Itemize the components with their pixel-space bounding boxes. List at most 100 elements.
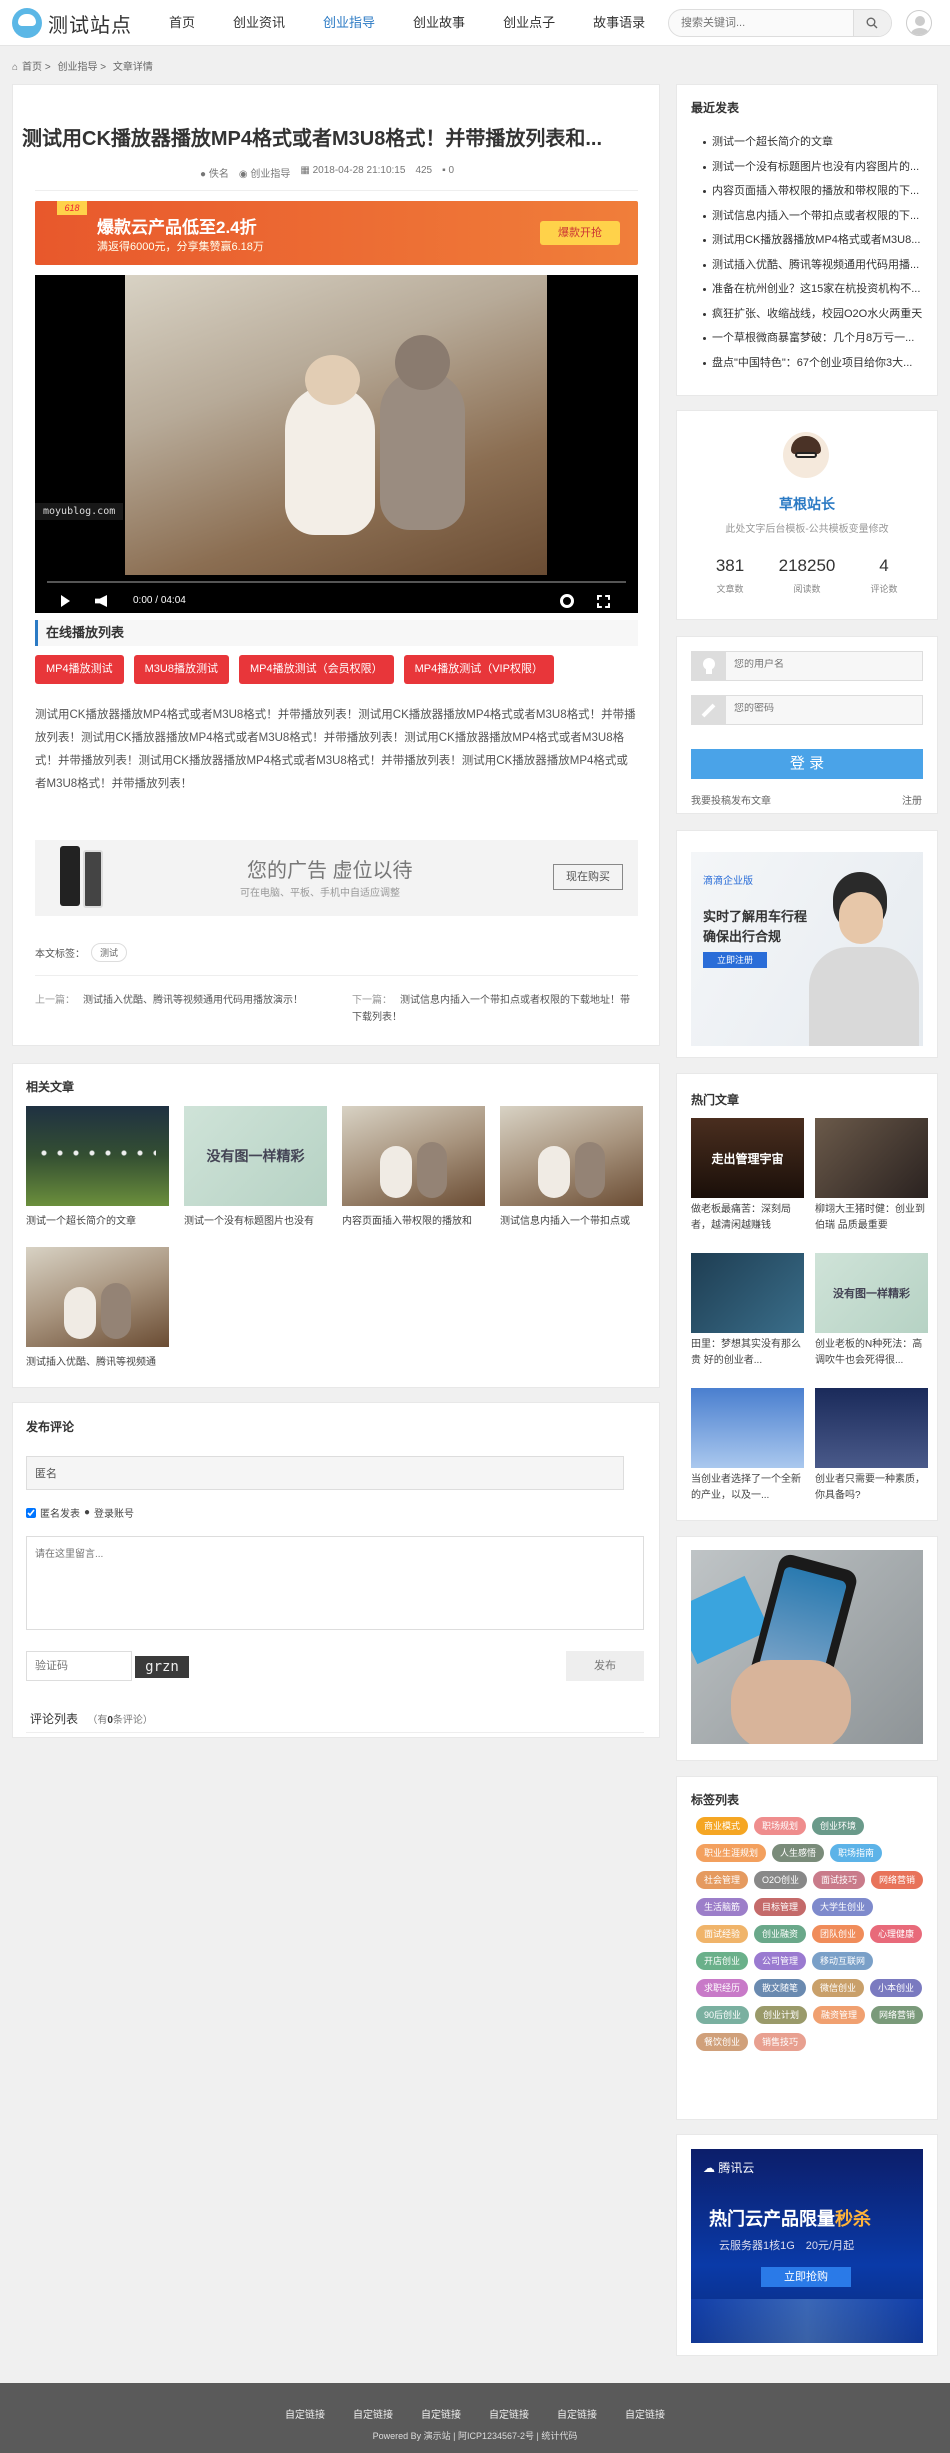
banner-button[interactable]: 爆款开抢 [540, 221, 620, 245]
related-caption[interactable]: 测试一个没有标题图片也没有 [184, 1212, 327, 1227]
hot-caption[interactable]: 柳翊大王猪时健：创业到伯瑞 品质最重要 [815, 1202, 928, 1234]
list-item[interactable]: 内容页面插入带权限的播放和带权限的下... [702, 179, 924, 204]
list-item[interactable]: 测试插入优酷、腾讯等视频通用代码用播... [702, 253, 924, 278]
tag-pill[interactable]: 测试 [91, 943, 128, 962]
tag-pill[interactable]: 90后创业 [696, 2006, 750, 2024]
nav-item-home[interactable]: 首页 [150, 0, 214, 46]
tag-pill[interactable]: 目标管理 [754, 1898, 807, 1916]
search-input[interactable] [669, 10, 849, 36]
list-item[interactable]: 测试一个超长简介的文章 [702, 130, 924, 155]
breadcrumb-category[interactable]: 创业指导 [57, 62, 97, 73]
list-item[interactable]: 准备在杭州创业？这15家在杭投资机构不... [702, 277, 924, 302]
list-item[interactable]: 疯狂扩张、收缩战线，校园O2O水火两重天 [702, 302, 924, 327]
password-input[interactable] [734, 703, 914, 714]
related-thumb[interactable] [26, 1106, 169, 1206]
play-icon[interactable] [61, 595, 70, 607]
hot-caption[interactable]: 创业老板的N种死法：高调吹牛也会死得很... [815, 1337, 928, 1369]
volume-icon[interactable] [95, 595, 107, 607]
tag-pill[interactable]: 职场规划 [754, 1817, 807, 1835]
hot-caption[interactable]: 当创业者选择了一个全新的产业，以及一... [691, 1472, 804, 1504]
prev-article[interactable]: 上一篇： 测试插入优酷、腾讯等视频通用代码用播放演示！ [35, 992, 315, 1009]
tag-pill[interactable]: 小本创业 [870, 1979, 923, 1997]
related-caption[interactable]: 测试插入优酷、腾讯等视频通 [26, 1353, 169, 1368]
related-thumb[interactable]: 没有图一样精彩 [184, 1106, 327, 1206]
promo-banner[interactable]: 618 爆款云产品低至2.4折 满返得6000元，分享集赞赢6.18万 爆款开抢 [35, 201, 638, 265]
tencent-button[interactable]: 立即抢购 [761, 2267, 851, 2287]
hot-thumb[interactable]: 走出管理宇宙 [691, 1118, 804, 1198]
meta-category[interactable]: 创业指导 [250, 169, 290, 180]
login-button[interactable]: 登 录 [691, 749, 923, 779]
tag-pill[interactable]: 开店创业 [696, 1952, 749, 1970]
hot-thumb[interactable] [691, 1253, 804, 1333]
tag-pill[interactable]: 创业计划 [755, 2006, 808, 2024]
tag-pill[interactable]: 融资管理 [813, 2006, 866, 2024]
hot-caption[interactable]: 做老板最痛苦：深刻局者，越清闲越赚钱 [691, 1202, 804, 1234]
ad-buy-button[interactable]: 现在购买 [553, 864, 623, 890]
playlist-item-m3u8[interactable]: M3U8播放测试 [133, 655, 229, 684]
tag-pill[interactable]: 网络营销 [871, 2006, 924, 2024]
list-item[interactable]: 盘点"中国特色"：67个创业项目给你3大... [702, 351, 924, 376]
list-item[interactable]: 测试一个没有标题图片也没有内容图片的... [702, 155, 924, 180]
hot-caption[interactable]: 田里：梦想其实没有那么贵 好的创业者... [691, 1337, 804, 1369]
breadcrumb-home[interactable]: 首页 [22, 62, 42, 73]
playlist-item-member[interactable]: MP4播放测试（会员权限） [238, 655, 394, 684]
search-button[interactable] [853, 10, 891, 36]
playlist-item-vip[interactable]: MP4播放测试（VIP权限） [403, 655, 554, 684]
didi-ad[interactable]: 滴滴企业版 实时了解用车行程 确保出行合规 立即注册 [691, 852, 923, 1046]
hot-thumb[interactable] [815, 1118, 928, 1198]
didi-button[interactable]: 立即注册 [703, 952, 767, 968]
tag-pill[interactable]: 职场指南 [830, 1844, 883, 1862]
register-link[interactable]: 注册 [902, 792, 922, 807]
nav-item-news[interactable]: 创业资讯 [214, 0, 304, 46]
tag-pill[interactable]: 人生感悟 [772, 1844, 825, 1862]
related-thumb[interactable] [26, 1247, 169, 1347]
prev-title[interactable]: 测试插入优酷、腾讯等视频通用代码用播放演示！ [83, 995, 303, 1006]
site-logo[interactable]: 测试站点 [12, 7, 132, 39]
tag-pill[interactable]: 面试经验 [696, 1925, 749, 1943]
progress-bar[interactable] [47, 581, 626, 583]
list-item[interactable]: 一个草根微商暴富梦破：几个月8万亏一... [702, 326, 924, 351]
next-title[interactable]: 测试信息内插入一个带扣点或者权限的下载地址！带下载列表！ [352, 995, 630, 1023]
anon-checkbox[interactable] [26, 1507, 36, 1518]
phone-ad[interactable] [691, 1550, 923, 1744]
list-item[interactable]: 测试用CK播放器播放MP4格式或者M3U8... [702, 228, 924, 253]
hot-thumb[interactable] [815, 1388, 928, 1468]
footer-link[interactable]: 自定链接 [489, 2406, 529, 2421]
playlist-item-mp4[interactable]: MP4播放测试 [35, 655, 124, 684]
footer-link[interactable]: 自定链接 [625, 2406, 665, 2421]
tag-pill[interactable]: 餐饮创业 [696, 2033, 749, 2051]
tag-pill[interactable]: 微信创业 [812, 1979, 865, 1997]
tag-pill[interactable]: O2O创业 [754, 1871, 808, 1889]
tag-pill[interactable]: 创业融资 [754, 1925, 807, 1943]
video-player[interactable]: moyublog.com 0:00 / 04:04 [35, 275, 638, 613]
user-avatar-icon[interactable] [906, 10, 932, 36]
tag-pill[interactable]: 商业模式 [696, 1817, 749, 1835]
fullscreen-icon[interactable] [597, 595, 610, 608]
tag-pill[interactable]: 公司管理 [754, 1952, 807, 1970]
footer-link[interactable]: 自定链接 [353, 2406, 393, 2421]
nav-item-guide[interactable]: 创业指导 [304, 0, 394, 46]
tag-pill[interactable]: 求职经历 [696, 1979, 749, 1997]
captcha-input[interactable] [26, 1651, 132, 1681]
footer-link[interactable]: 自定链接 [421, 2406, 461, 2421]
tag-pill[interactable]: 网络营销 [871, 1871, 924, 1889]
name-field[interactable] [26, 1456, 624, 1490]
related-caption[interactable]: 测试一个超长简介的文章 [26, 1212, 169, 1227]
tag-pill[interactable]: 团队创业 [812, 1925, 865, 1943]
settings-icon[interactable] [560, 594, 574, 608]
tag-pill[interactable]: 职业生涯规划 [696, 1844, 767, 1862]
tencent-ad[interactable]: ☁ 腾讯云 热门云产品限量秒杀 云服务器1核1G 20元/月起 立即抢购 [691, 2149, 923, 2343]
comment-textarea[interactable] [26, 1536, 644, 1630]
nav-item-ideas[interactable]: 创业点子 [484, 0, 574, 46]
tag-pill[interactable]: 生活脑筋 [696, 1898, 749, 1916]
submit-article-link[interactable]: 我要投稿发布文章 [691, 792, 771, 807]
list-item[interactable]: 测试信息内插入一个带扣点或者权限的下... [702, 204, 924, 229]
username-input[interactable] [734, 659, 914, 670]
footer-link[interactable]: 自定链接 [557, 2406, 597, 2421]
tag-pill[interactable]: 移动互联网 [812, 1952, 874, 1970]
tag-pill[interactable]: 大学生创业 [812, 1898, 874, 1916]
nav-item-quotes[interactable]: 故事语录 [574, 0, 664, 46]
tag-pill[interactable]: 面试技巧 [813, 1871, 866, 1889]
login-link[interactable]: 登录账号 [94, 1505, 134, 1520]
ad-placeholder[interactable]: 您的广告 虚位以待 可在电脑、平板、手机中自适应调整 现在购买 [35, 840, 638, 916]
